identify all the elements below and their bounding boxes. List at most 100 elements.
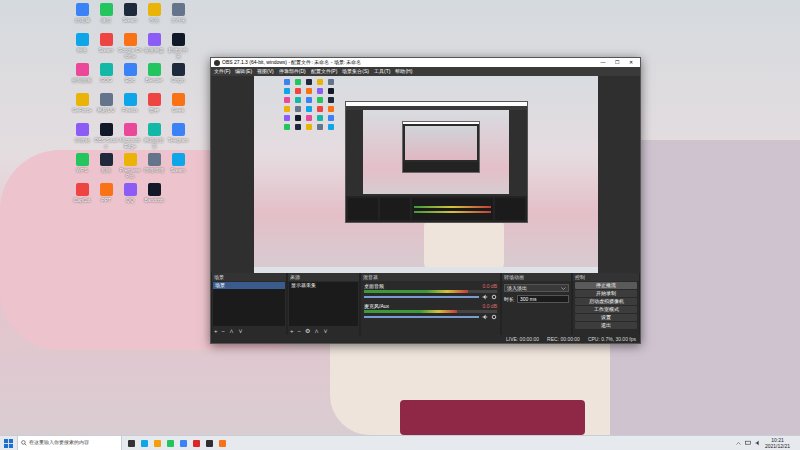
list-item[interactable]: 显示器采集	[289, 282, 358, 289]
icon-label: 控制面板	[70, 77, 94, 83]
menu-item[interactable]: 视图(V)	[257, 68, 274, 75]
menu-item[interactable]: 配置文件(P)	[311, 68, 338, 75]
control-button[interactable]: 工作室模式	[575, 306, 637, 313]
window-button[interactable]: —	[597, 59, 609, 66]
desktop-icon[interactable]: Epic	[118, 63, 142, 91]
app-icon	[124, 3, 137, 16]
menu-item[interactable]: 停靠部件(D)	[279, 68, 306, 75]
control-button[interactable]: 设置	[575, 314, 637, 321]
desktop-icon[interactable]: 网络	[70, 33, 94, 61]
desktop-icon[interactable]: 哔哩哔哩	[142, 153, 166, 181]
search-box[interactable]	[17, 436, 122, 450]
list-item[interactable]: 场景	[213, 282, 285, 289]
window-button[interactable]: ☐	[611, 59, 623, 66]
taskbar-app-icon[interactable]	[154, 440, 161, 447]
toolbar-button[interactable]: ∧	[314, 327, 319, 335]
channel-reading: 0.0 dB	[483, 283, 497, 289]
desktop-icon[interactable]: Steam	[166, 153, 190, 181]
desktop-icon[interactable]: 新建文件夹	[166, 33, 190, 61]
icon-label: Steam	[118, 17, 142, 23]
mini-icon	[317, 79, 323, 85]
desktop-icon[interactable]: Geek	[166, 93, 190, 121]
windows-start-icon	[4, 439, 13, 448]
desktop-icon[interactable]: 雷神	[142, 93, 166, 121]
desktop-icon[interactable]: 夸克	[142, 3, 166, 31]
fader-track[interactable]	[364, 296, 479, 298]
desktop-icon[interactable]: 百度网盘	[142, 33, 166, 61]
app-icon	[100, 33, 113, 46]
menu-item[interactable]: 帮助(H)	[395, 68, 412, 75]
toolbar-button[interactable]: +	[290, 327, 294, 335]
desktop-icon[interactable]: QQ	[118, 183, 142, 211]
menu-item[interactable]: 工具(T)	[374, 68, 390, 75]
app-icon	[124, 123, 137, 136]
desktop-icon[interactable]: 网易UU	[94, 93, 118, 121]
taskbar-app-icon[interactable]	[167, 440, 174, 447]
mini-icon	[306, 88, 312, 94]
meter-track	[364, 310, 497, 313]
fader-track[interactable]	[364, 316, 479, 318]
toolbar-button[interactable]: ⚙	[305, 327, 310, 335]
taskbar-app-icon[interactable]	[128, 440, 135, 447]
desktop-icon[interactable]: GOG	[94, 63, 118, 91]
taskbar-app-icon[interactable]	[180, 440, 187, 447]
menu-item[interactable]: 文件(F)	[214, 68, 230, 75]
desktop-icon[interactable]: 此电脑	[70, 3, 94, 31]
taskbar-app-icon[interactable]	[141, 440, 148, 447]
obs-window[interactable]: OBS 27.1.3 (64-bit, windows) - 配置文件: 未命名…	[210, 57, 641, 344]
status-item: LIVE: 00:00:00	[506, 336, 539, 343]
desktop-icon[interactable]: Google Chrome	[118, 33, 142, 61]
desktop-icon[interactable]: PPT	[94, 183, 118, 211]
nested-dock	[348, 198, 378, 220]
desktop-icon[interactable]: 剪映	[94, 153, 118, 181]
control-button[interactable]: 开始录制	[575, 290, 637, 297]
toolbar-button[interactable]: −	[222, 327, 226, 335]
desktop-icon[interactable]: 网易云音乐	[142, 123, 166, 151]
desktop-icon[interactable]: Premiere Pro	[118, 153, 142, 181]
toolbar-button[interactable]: ∨	[323, 327, 328, 335]
control-button[interactable]: 启动虚拟摄像机	[575, 298, 637, 305]
desktop-icon[interactable]: Telegram	[166, 123, 190, 151]
search-input[interactable]	[29, 439, 118, 447]
menu-item[interactable]: 编辑(E)	[235, 68, 252, 75]
desktop-icon[interactable]: 控制面板	[70, 63, 94, 91]
desktop-icon[interactable]: OBS Studio	[94, 123, 118, 151]
toolbar-button[interactable]: −	[298, 327, 302, 335]
desktop-icon[interactable]: Firefox	[118, 93, 142, 121]
desktop-icon[interactable]: Origin	[166, 63, 190, 91]
desktop-icon[interactable]: Blender	[142, 63, 166, 91]
control-button[interactable]: 退出	[575, 322, 637, 329]
mini-icon	[295, 124, 301, 130]
desktop-icon[interactable]: GeForce	[70, 93, 94, 121]
scenes-dock: 场景场景+−∧∨	[212, 273, 286, 335]
taskbar-app-icon[interactable]	[219, 440, 226, 447]
mini-icon	[328, 79, 334, 85]
clock[interactable]: 10:212021/12/21	[765, 437, 790, 449]
menu-item[interactable]: 场景集合(S)	[342, 68, 369, 75]
desktop-icon[interactable]: Microsoft Edge	[118, 123, 142, 151]
transition-select[interactable]: 淡入淡出	[504, 284, 569, 292]
toolbar-button[interactable]: ∨	[238, 327, 243, 335]
desktop-icon[interactable]: Steam	[94, 33, 118, 61]
window-button[interactable]: ✕	[625, 59, 637, 66]
app-icon	[124, 33, 137, 46]
mini-icon	[306, 115, 312, 121]
desktop-icon[interactable]: 回收站	[70, 123, 94, 151]
toolbar-button[interactable]: +	[214, 327, 218, 335]
desktop-icon[interactable]: CapCut	[70, 183, 94, 211]
icon-label: QQ	[118, 197, 142, 203]
sources-dock: 来源显示器采集+−⚙∧∨	[288, 273, 359, 335]
control-button[interactable]: 停止推流	[575, 282, 637, 289]
icon-label: Bandizip	[142, 197, 166, 203]
desktop-icon[interactable]: Steam	[118, 3, 142, 31]
desktop-icon[interactable]: WPS	[70, 153, 94, 181]
icon-label: Origin	[166, 77, 190, 83]
desktop-icon[interactable]: 文件夹	[166, 3, 190, 31]
duration-field[interactable]: 300 ms	[517, 295, 569, 303]
desktop-icon[interactable]: Bandizip	[142, 183, 166, 211]
taskbar-app-icon[interactable]	[206, 440, 213, 447]
desktop-icon[interactable]: 微信	[94, 3, 118, 31]
toolbar-button[interactable]: ∧	[229, 327, 234, 335]
taskbar-app-icon[interactable]	[193, 440, 200, 447]
app-icon	[76, 93, 89, 106]
